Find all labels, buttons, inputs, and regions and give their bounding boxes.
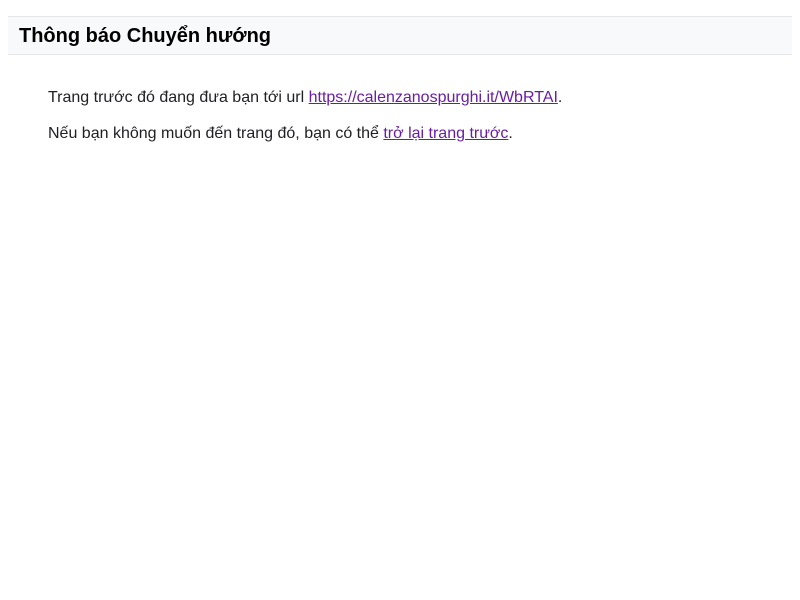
redirect-url-link[interactable]: https://calenzanospurghi.it/WbRTAI	[309, 89, 558, 106]
redirect-message-prefix: Trang trước đó đang đưa bạn tới url	[48, 89, 309, 106]
go-back-link[interactable]: trở lại trang trước	[383, 125, 508, 142]
header-bar: Thông báo Chuyển hướng	[8, 16, 792, 55]
go-back-message: Nếu bạn không muốn đến trang đó, bạn có …	[48, 124, 768, 144]
page-title: Thông báo Chuyển hướng	[19, 25, 272, 47]
redirect-message: Trang trước đó đang đưa bạn tới url http…	[48, 88, 768, 108]
redirect-message-suffix: .	[557, 89, 563, 106]
go-back-message-suffix: .	[508, 125, 513, 142]
message-content: Trang trước đó đang đưa bạn tới url http…	[48, 88, 768, 144]
go-back-message-prefix: Nếu bạn không muốn đến trang đó, bạn có …	[48, 125, 384, 142]
redirect-notice-page: Thông báo Chuyển hướng Trang trước đó đa…	[0, 0, 800, 600]
